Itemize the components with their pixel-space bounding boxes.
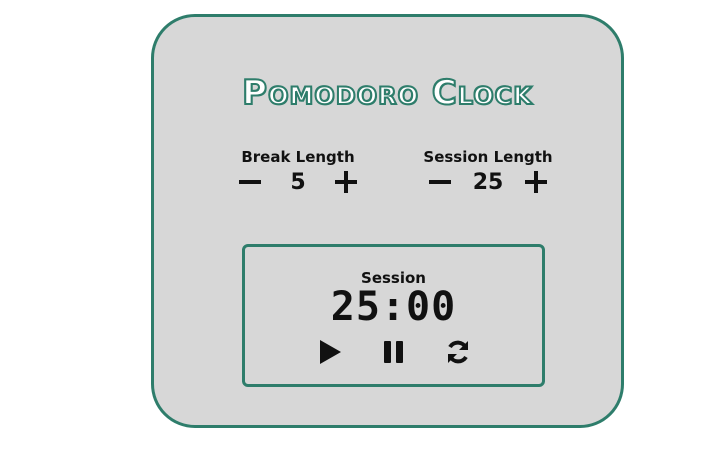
session-length-controls: 25 xyxy=(408,168,568,196)
timer-display: 25:00 xyxy=(330,284,457,330)
app-title: Pomodoro Clock xyxy=(241,72,533,114)
session-length-value: 25 xyxy=(472,169,504,195)
session-decrement-button[interactable] xyxy=(426,168,454,196)
break-increment-button[interactable] xyxy=(332,168,360,196)
pause-icon xyxy=(383,341,403,363)
pause-button[interactable] xyxy=(380,337,408,367)
break-length-value: 5 xyxy=(290,169,306,195)
timer-controls xyxy=(245,337,542,367)
minus-icon xyxy=(429,180,451,184)
session-length-label: Session Length xyxy=(423,148,553,166)
minus-icon xyxy=(239,180,261,184)
plus-icon xyxy=(525,171,547,193)
break-length-controls: 5 xyxy=(218,168,378,196)
refresh-icon xyxy=(447,340,468,364)
plus-icon xyxy=(335,171,357,193)
pomodoro-card: Pomodoro Clock Break Length 5 Session Le… xyxy=(151,14,624,428)
timer-panel: Session 25:00 xyxy=(242,244,545,387)
break-decrement-button[interactable] xyxy=(236,168,264,196)
reset-button[interactable] xyxy=(444,337,472,367)
session-increment-button[interactable] xyxy=(522,168,550,196)
break-length-panel: Break Length 5 xyxy=(218,148,378,196)
session-length-panel: Session Length 25 xyxy=(408,148,568,196)
play-button[interactable] xyxy=(316,337,344,367)
break-length-label: Break Length xyxy=(241,148,355,166)
play-icon xyxy=(319,340,341,364)
